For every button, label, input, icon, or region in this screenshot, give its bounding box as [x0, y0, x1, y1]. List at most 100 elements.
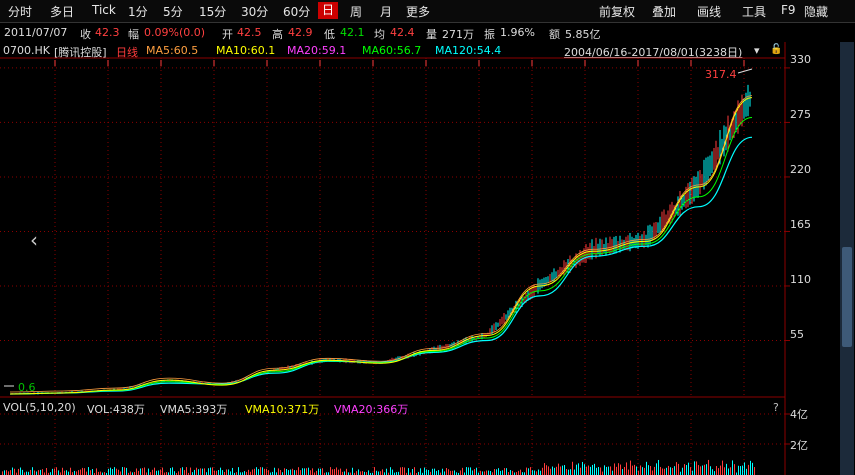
volume-bar: [730, 467, 731, 475]
volume-bar: [402, 467, 403, 475]
volume-bar: [740, 466, 741, 475]
volume-bar: [174, 471, 175, 475]
vma10-value: VMA10:371万: [245, 403, 320, 416]
volume-bar: [136, 468, 137, 475]
volume-bar: [470, 467, 471, 475]
volume-bar: [642, 467, 643, 475]
volume-bar: [110, 467, 111, 475]
volume-bar: [450, 470, 451, 475]
volume-bar: [374, 467, 375, 475]
volume-bar: [404, 467, 405, 475]
volume-bar: [586, 466, 587, 475]
volume-bar: [720, 465, 721, 475]
volume-bar: [608, 466, 609, 475]
volume-bar: [62, 467, 63, 475]
volume-bar: [92, 469, 93, 475]
volume-bar: [114, 467, 115, 475]
volume-bar: [338, 469, 339, 475]
volume-bar: [312, 468, 313, 475]
volume-bar: [260, 467, 261, 475]
volume-bar: [80, 469, 81, 475]
vertical-scrollbar[interactable]: [840, 42, 854, 475]
volume-bar: [126, 467, 127, 475]
high-annotation: 317.4: [705, 68, 737, 81]
volume-bar: [400, 467, 401, 475]
volume-bar: [362, 471, 363, 475]
volume-bar: [180, 468, 181, 475]
volume-bar: [428, 470, 429, 475]
volume-bar: [200, 468, 201, 475]
volume-bar: [728, 468, 729, 475]
volume-bar: [294, 470, 295, 475]
volume-bar: [558, 463, 559, 475]
volume-bar: [40, 469, 41, 475]
volume-series: [2, 459, 755, 475]
volume-bar: [300, 470, 301, 475]
volume-bar: [392, 469, 393, 475]
volume-legend-bar: VOL(5,10,20) VOL:438万 VMA5:393万 VMA10:37…: [0, 399, 790, 416]
volume-bar: [638, 470, 639, 475]
volume-bar: [436, 470, 437, 475]
volume-bar: [100, 471, 101, 475]
volume-bar: [684, 464, 685, 475]
chevron-left-icon[interactable]: ‹: [30, 228, 38, 252]
volume-bar: [688, 462, 689, 475]
volume-bar: [724, 467, 725, 475]
volume-bar: [480, 470, 481, 475]
volume-bar: [298, 467, 299, 475]
volume-bar: [670, 467, 671, 475]
volume-bar: [564, 465, 565, 475]
volume-bar: [632, 465, 633, 475]
price-tick-330: 330: [790, 53, 811, 66]
volume-bar: [650, 465, 651, 475]
volume-bar: [158, 470, 159, 475]
volume-bar: [144, 467, 145, 475]
volume-bar: [620, 464, 621, 475]
volume-bar: [474, 469, 475, 475]
volume-bar: [334, 469, 335, 475]
volume-bar: [284, 468, 285, 475]
volume-bar: [490, 471, 491, 475]
volume-bar: [622, 469, 623, 475]
help-icon[interactable]: ?: [773, 401, 779, 414]
volume-bar: [306, 468, 307, 475]
volume-bar: [488, 470, 489, 475]
volume-bar: [346, 468, 347, 475]
volume-bar: [504, 468, 505, 475]
volume-bar: [274, 467, 275, 475]
volume-bar: [696, 461, 697, 475]
volume-bar: [530, 467, 531, 475]
volume-bar: [592, 464, 593, 475]
volume-bar: [518, 470, 519, 475]
volume-bar: [712, 469, 713, 475]
volume-bar: [264, 468, 265, 475]
volume-bar: [614, 463, 615, 475]
volume-bar: [138, 470, 139, 475]
volume-bar: [598, 466, 599, 475]
volume-bar: [2, 471, 3, 475]
volume-bar: [74, 470, 75, 475]
volume-bar: [20, 467, 21, 475]
volume-bar: [322, 468, 323, 475]
volume-bar: [678, 463, 679, 475]
price-tick-165: 165: [790, 218, 811, 231]
volume-bar: [204, 468, 205, 475]
volume-bar: [510, 470, 511, 475]
volume-bar: [222, 470, 223, 475]
volume-bar: [656, 463, 657, 475]
volume-bar: [532, 470, 533, 475]
volume-bar: [742, 465, 743, 475]
volume-bar: [582, 461, 583, 475]
volume-bar: [594, 463, 595, 475]
volume-bar: [654, 466, 655, 475]
volume-bar: [288, 470, 289, 475]
scrollbar-thumb[interactable]: [842, 247, 852, 347]
volume-bar: [442, 468, 443, 475]
volume-bar: [476, 467, 477, 475]
volume-bar: [596, 467, 597, 475]
volume-bar: [412, 469, 413, 475]
volume-bar: [230, 471, 231, 475]
volume-bar: [244, 471, 245, 475]
volume-bar: [30, 469, 31, 475]
volume-bar: [26, 471, 27, 475]
